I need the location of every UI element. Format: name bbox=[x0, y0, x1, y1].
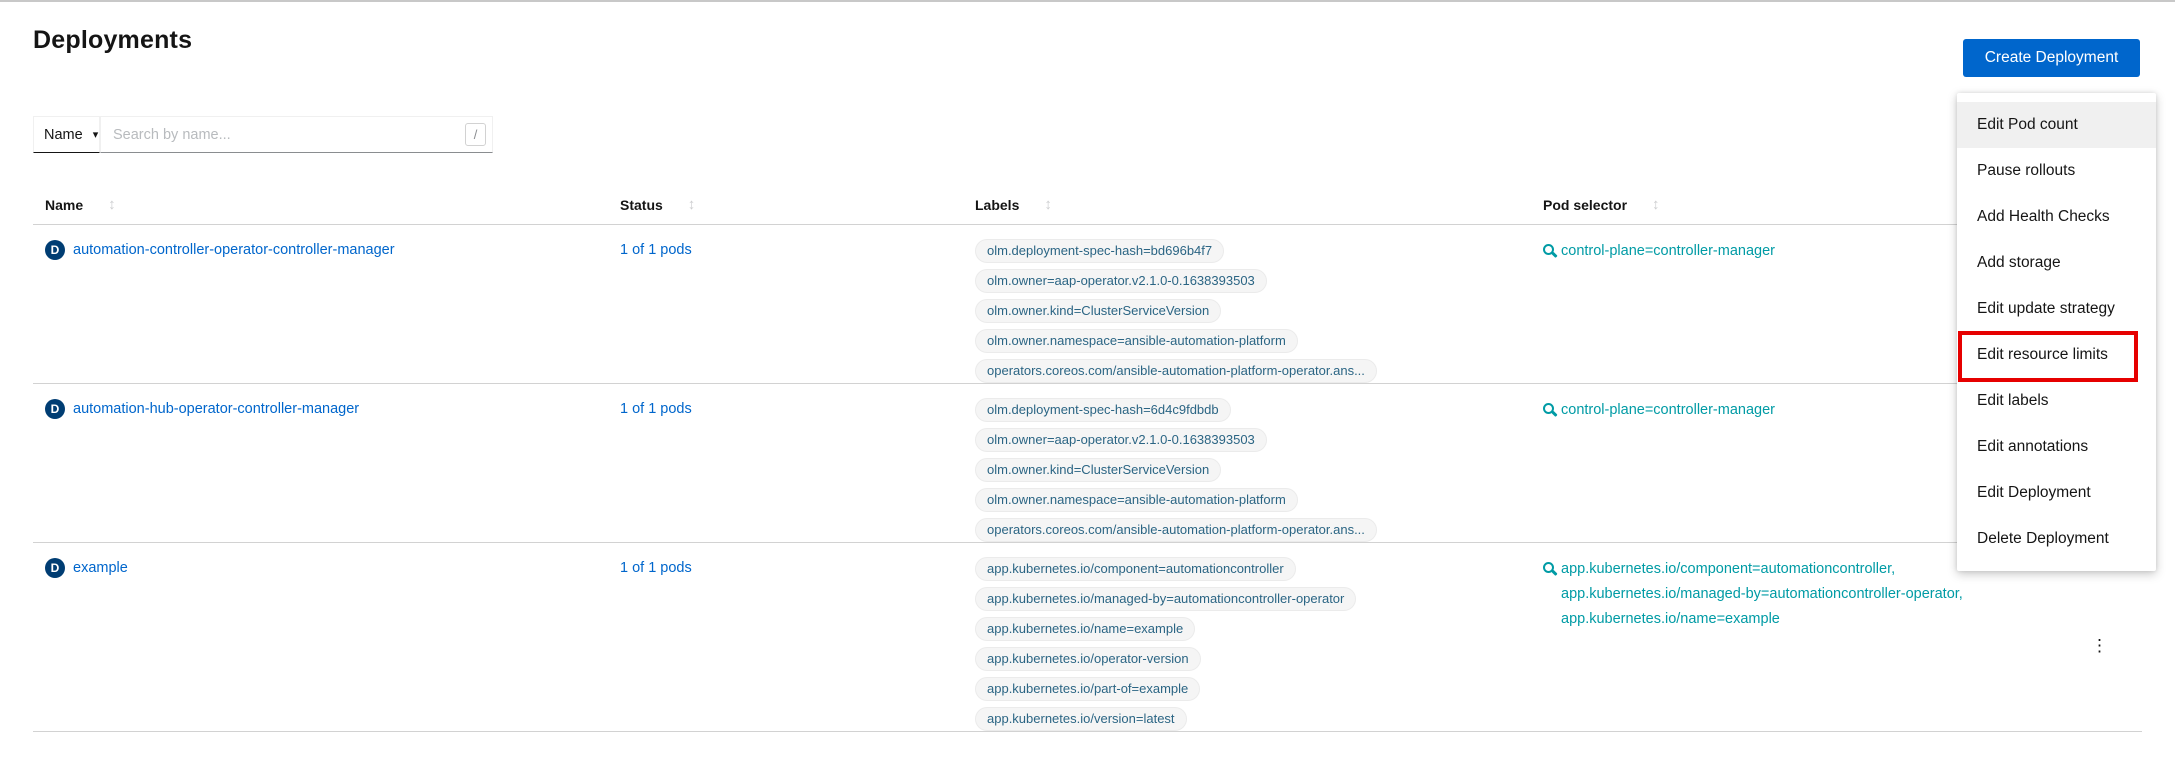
column-header-label[interactable]: Labels bbox=[975, 197, 1019, 213]
sort-icon[interactable]: ↕ bbox=[108, 196, 116, 213]
labels-cell: olm.deployment-spec-hash=bd696b4f7 olm.ow… bbox=[975, 225, 1543, 383]
pod-selector-link[interactable]: control-plane=controller-manager bbox=[1561, 398, 1775, 423]
menu-item-add-health-checks[interactable]: Add Health Checks bbox=[1957, 194, 2156, 240]
status-cell: 1 of 1 pods bbox=[620, 543, 975, 731]
sort-icon[interactable]: ↕ bbox=[1652, 196, 1660, 213]
filter-type-dropdown[interactable]: Name ▾ bbox=[33, 116, 100, 153]
filter-toolbar: Name ▾ / bbox=[33, 116, 493, 153]
caret-down-icon: ▾ bbox=[93, 128, 99, 141]
sort-icon[interactable]: ↕ bbox=[1044, 196, 1052, 213]
pod-selector-cell: app.kubernetes.io/component=automationco… bbox=[1543, 543, 2070, 731]
label-chip[interactable]: app.kubernetes.io/part-of=example bbox=[975, 677, 1200, 701]
label-chip[interactable]: operators.coreos.com/ansible-automation-… bbox=[975, 518, 1377, 542]
status-cell: 1 of 1 pods bbox=[620, 225, 975, 383]
resource-deployment-badge: D bbox=[45, 399, 65, 419]
search-icon bbox=[1543, 244, 1554, 255]
name-cell: Dautomation-hub-operator-controller-mana… bbox=[33, 384, 620, 542]
menu-item-pause-rollouts[interactable]: Pause rollouts bbox=[1957, 148, 2156, 194]
menu-item-edit-annotations[interactable]: Edit annotations bbox=[1957, 424, 2156, 470]
deployment-name-link[interactable]: automation-hub-operator-controller-manag… bbox=[73, 398, 359, 420]
labels-cell: app.kubernetes.io/component=automationco… bbox=[975, 543, 1543, 731]
label-chip[interactable]: olm.owner=aap-operator.v2.1.0-0.16383935… bbox=[975, 269, 1267, 293]
label-chip[interactable]: olm.deployment-spec-hash=6d4c9fdbdb bbox=[975, 398, 1231, 422]
resource-deployment-badge: D bbox=[45, 240, 65, 260]
search-field: / bbox=[100, 116, 493, 153]
menu-item-edit-deployment[interactable]: Edit Deployment bbox=[1957, 470, 2156, 516]
page-title: Deployments bbox=[33, 26, 192, 55]
name-cell: Dexample bbox=[33, 543, 620, 731]
pod-selector-link[interactable]: app.kubernetes.io/component=automationco… bbox=[1561, 557, 1963, 582]
pod-selector-link[interactable]: control-plane=controller-manager bbox=[1561, 239, 1775, 264]
pod-selector-links: control-plane=controller-manager bbox=[1561, 239, 1775, 264]
table-header-row: Name ↕ Status ↕ Labels ↕ Pod selector ↕ bbox=[33, 185, 2142, 225]
slash-shortcut-badge: / bbox=[465, 123, 486, 146]
create-deployment-button[interactable]: Create Deployment bbox=[1963, 39, 2140, 77]
label-chip[interactable]: olm.owner.namespace=ansible-automation-p… bbox=[975, 488, 1298, 512]
menu-item-edit-pod-count[interactable]: Edit Pod count bbox=[1957, 102, 2156, 148]
filter-type-label: Name bbox=[44, 127, 83, 143]
menu-item-edit-resource-limits[interactable]: Edit resource limits bbox=[1957, 332, 2156, 378]
column-header-status: Status ↕ bbox=[620, 185, 975, 224]
table-row: Dautomation-hub-operator-controller-mana… bbox=[33, 384, 2142, 543]
deployments-page: Deployments Create Deployment Name ▾ / N… bbox=[0, 0, 2175, 765]
labels-cell: olm.deployment-spec-hash=6d4c9fdbdb olm.o… bbox=[975, 384, 1543, 542]
pod-selector-link[interactable]: app.kubernetes.io/managed-by=automationc… bbox=[1561, 582, 1963, 607]
actions-dropdown-menu: Edit Pod countPause rolloutsAdd Health C… bbox=[1957, 93, 2156, 571]
table-row: Dautomation-controller-operator-controll… bbox=[33, 225, 2142, 384]
label-chip[interactable]: olm.owner.kind=ClusterServiceVersion bbox=[975, 458, 1221, 482]
pod-selector-links: app.kubernetes.io/component=automationco… bbox=[1561, 557, 1963, 632]
label-chip[interactable]: app.kubernetes.io/version=latest bbox=[975, 707, 1187, 731]
label-chip[interactable]: app.kubernetes.io/operator-version bbox=[975, 647, 1201, 671]
label-chip[interactable]: app.kubernetes.io/managed-by=automationc… bbox=[975, 587, 1356, 611]
column-header-name: Name ↕ bbox=[33, 185, 620, 224]
pods-status-link[interactable]: 1 of 1 pods bbox=[620, 242, 692, 258]
deployment-name-link[interactable]: automation-controller-operator-controlle… bbox=[73, 239, 395, 261]
label-chip[interactable]: app.kubernetes.io/component=automationco… bbox=[975, 557, 1296, 581]
column-header-label[interactable]: Pod selector bbox=[1543, 197, 1627, 213]
column-header-labels: Labels ↕ bbox=[975, 185, 1543, 224]
column-header-label[interactable]: Status bbox=[620, 197, 663, 213]
label-chip[interactable]: olm.owner.namespace=ansible-automation-p… bbox=[975, 329, 1298, 353]
label-chip[interactable]: olm.deployment-spec-hash=bd696b4f7 bbox=[975, 239, 1224, 263]
label-chip[interactable]: operators.coreos.com/ansible-automation-… bbox=[975, 359, 1377, 383]
kebab-menu-icon[interactable]: ⋮ bbox=[2091, 559, 2108, 731]
menu-item-edit-labels[interactable]: Edit labels bbox=[1957, 378, 2156, 424]
pods-status-link[interactable]: 1 of 1 pods bbox=[620, 401, 692, 417]
menu-item-edit-update-strategy[interactable]: Edit update strategy bbox=[1957, 286, 2156, 332]
menu-item-add-storage[interactable]: Add storage bbox=[1957, 240, 2156, 286]
column-header-label[interactable]: Name bbox=[45, 197, 83, 213]
search-icon bbox=[1543, 562, 1554, 573]
search-icon bbox=[1543, 403, 1554, 414]
pod-selector-link[interactable]: app.kubernetes.io/name=example bbox=[1561, 607, 1963, 632]
deployment-name-link[interactable]: example bbox=[73, 557, 128, 579]
deployments-table: Name ↕ Status ↕ Labels ↕ Pod selector ↕ Dautoma… bbox=[33, 185, 2142, 732]
status-cell: 1 of 1 pods bbox=[620, 384, 975, 542]
pod-selector-links: control-plane=controller-manager bbox=[1561, 398, 1775, 423]
sort-icon[interactable]: ↕ bbox=[688, 196, 696, 213]
label-chip[interactable]: olm.owner.kind=ClusterServiceVersion bbox=[975, 299, 1221, 323]
actions-cell: ⋮ bbox=[2070, 543, 2142, 731]
resource-deployment-badge: D bbox=[45, 558, 65, 578]
label-chip[interactable]: olm.owner=aap-operator.v2.1.0-0.16383935… bbox=[975, 428, 1267, 452]
table-row: Dexample1 of 1 podsapp.kubernetes.io/com… bbox=[33, 543, 2142, 732]
label-chip[interactable]: app.kubernetes.io/name=example bbox=[975, 617, 1195, 641]
menu-item-delete-deployment[interactable]: Delete Deployment bbox=[1957, 516, 2156, 562]
pods-status-link[interactable]: 1 of 1 pods bbox=[620, 560, 692, 576]
search-input[interactable] bbox=[100, 116, 493, 153]
name-cell: Dautomation-controller-operator-controll… bbox=[33, 225, 620, 383]
table-body: Dautomation-controller-operator-controll… bbox=[33, 225, 2142, 732]
top-divider bbox=[0, 0, 2175, 2]
